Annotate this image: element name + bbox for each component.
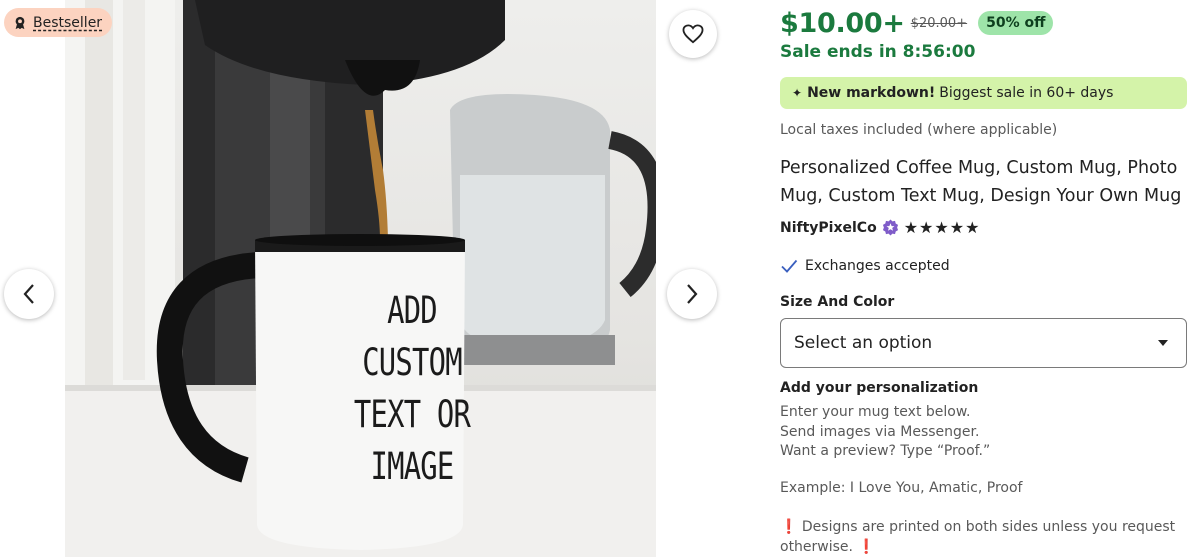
chevron-left-icon [23,284,34,304]
size-color-select[interactable]: Select an option [780,318,1187,368]
product-photo[interactable]: ADD CUSTOM TEXT OR IMAGE [65,0,656,557]
markdown-headline: New markdown! [807,85,936,101]
favorite-button[interactable] [669,10,717,58]
sparkle-icon: ✦ [792,86,803,100]
exchanges-label: Exchanges accepted [805,258,950,274]
previous-image-button[interactable] [4,269,54,319]
product-title: Personalized Coffee Mug, Custom Mug, Pho… [780,158,1182,206]
next-image-button[interactable] [667,269,717,319]
award-ribbon-icon [15,16,25,29]
bestseller-label: Bestseller [33,14,103,31]
instruction-line: Send images via Messenger. [780,423,980,440]
instruction-line: Want a preview? Type “Proof.” [780,443,991,459]
mug-text-line: TEXT OR IMAGE [353,393,471,488]
price-row: $10.00+ $20.00+ 50% off [780,5,1054,41]
markdown-banner: ✦ New markdown! Biggest sale in 60+ days [780,77,1187,109]
personalization-label: Add your personalization [780,380,979,396]
sale-price: $10.00+ [780,7,905,39]
mug-print-text: ADD CUSTOM TEXT OR IMAGE [322,285,501,493]
sale-countdown: Sale ends in 8:56:00 [780,42,976,62]
rating-stars[interactable]: ★★★★★ [904,218,981,237]
check-icon [781,259,798,273]
personalization-example: Example: I Love You, Amatic, Proof [780,480,1023,496]
mug-text-line: ADD [387,289,438,332]
exclamation-icon: ❗ [857,538,875,555]
exclamation-icon: ❗ [780,519,798,535]
markdown-text: Biggest sale in 60+ days [939,85,1114,101]
chevron-right-icon [687,284,698,304]
product-image-gallery: ADD CUSTOM TEXT OR IMAGE Bestseller [0,0,735,557]
shop-name-link[interactable]: NiftyPixelCo [780,220,877,236]
exchanges-accepted: Exchanges accepted [780,257,950,275]
instruction-line: Enter your mug text below. [780,404,971,420]
bestseller-badge[interactable]: Bestseller [4,8,113,37]
printing-note-text: Designs are printed on both sides unless… [780,519,1176,555]
star-seller-badge-icon[interactable] [882,219,899,236]
printing-note: ❗ Designs are printed on both sides unle… [780,518,1190,557]
heart-outline-icon [682,24,704,44]
shop-info: NiftyPixelCo ★★★★★ [780,218,980,237]
discount-badge: 50% off [978,11,1054,35]
original-price: $20.00+ [910,15,968,31]
personalization-instructions: Enter your mug text below. Send images v… [780,403,990,462]
chevron-down-icon [1158,340,1168,346]
size-color-selected-value: Select an option [794,333,933,353]
size-color-label: Size And Color [780,294,895,310]
mug-text-line: CUSTOM [362,341,462,384]
taxes-note: Local taxes included (where applicable) [780,122,1058,138]
